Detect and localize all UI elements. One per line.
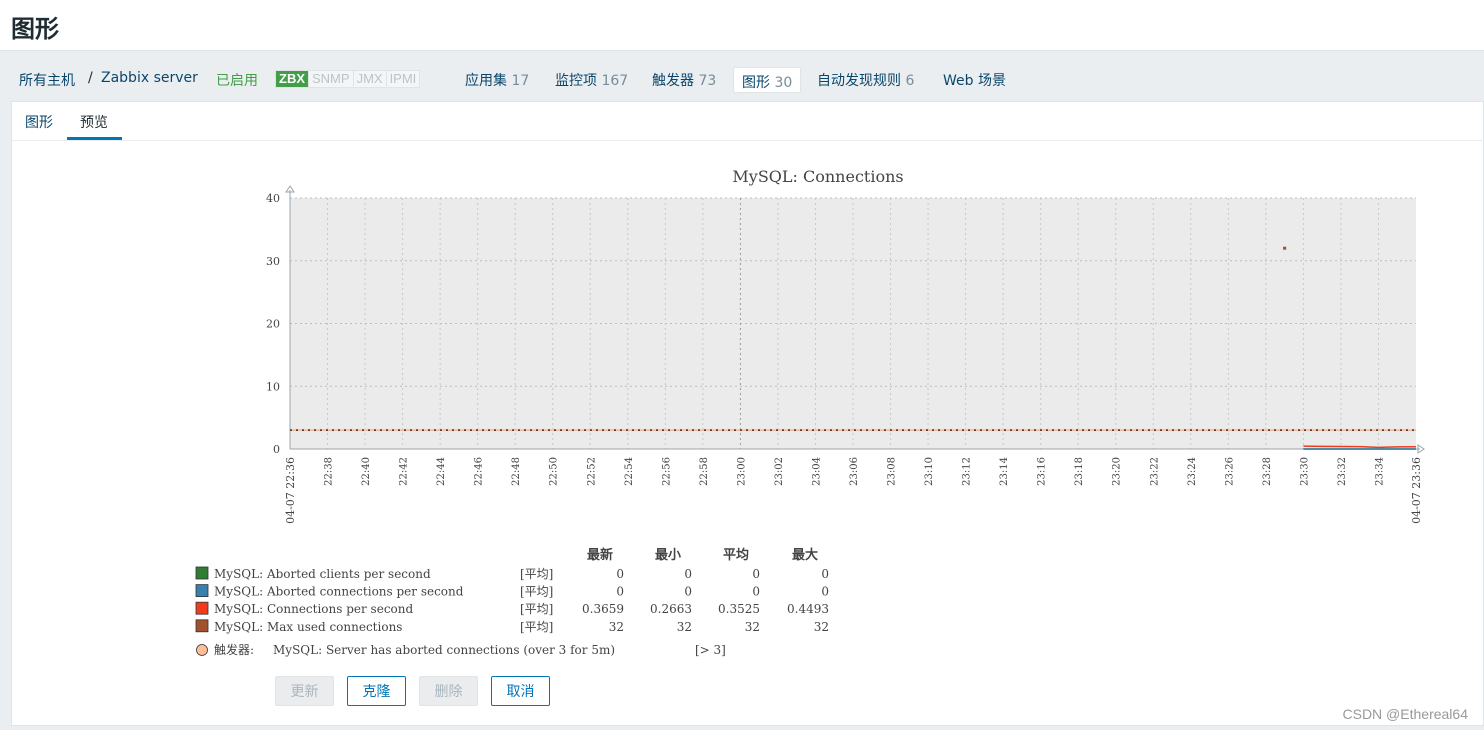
watermark: CSDN @Ethereal64 (1342, 706, 1469, 722)
legend-value: 0 (684, 567, 692, 581)
legend-value: 0 (821, 567, 829, 581)
x-tick-label: 23:10 (924, 457, 935, 486)
x-tick-label: 23:16 (1037, 457, 1048, 486)
x-tick-label: 22:46 (474, 457, 485, 486)
x-tick-label: 23:32 (1337, 457, 1348, 486)
y-tick-label: 0 (273, 443, 280, 456)
legend-trigger-swatch (196, 644, 208, 656)
legend-swatch (195, 601, 209, 615)
legend-value: 0.4493 (787, 602, 829, 616)
x-tick-label: 22:44 (436, 457, 447, 486)
x-tick-label: 23:08 (887, 457, 898, 486)
legend-func: [平均] (520, 567, 553, 581)
x-tick-label: 22:54 (624, 457, 635, 486)
y-tick-label: 40 (266, 192, 280, 205)
legend-value: 0 (821, 585, 829, 599)
legend-value: 0 (616, 585, 624, 599)
x-tick-label: 22:58 (699, 457, 710, 486)
update-button[interactable]: 更新 (275, 676, 334, 706)
x-tick-label: 23:20 (1112, 457, 1123, 486)
x-tick-label: 22:50 (549, 457, 560, 486)
y-tick-label: 20 (266, 318, 280, 331)
legend-func: [平均] (520, 620, 553, 634)
x-tick-label: 23:30 (1299, 457, 1310, 486)
series-point (1283, 246, 1287, 250)
legend-value: 32 (677, 620, 692, 634)
x-tick-label: 23:14 (999, 457, 1010, 486)
legend-value: 0 (616, 567, 624, 581)
x-date-label: 04-07 22:36 (284, 457, 297, 524)
legend-header: 最新 (587, 547, 613, 563)
legend-value: 0.2663 (650, 602, 692, 616)
x-date-label: 04-07 23:36 (1410, 457, 1423, 524)
clone-button[interactable]: 克隆 (347, 676, 406, 706)
legend-series-name: MySQL: Aborted connections per second (214, 585, 464, 599)
x-tick-label: 23:00 (736, 457, 747, 486)
legend-trigger-name: MySQL: Server has aborted connections (o… (273, 643, 615, 657)
legend-func: [平均] (520, 585, 553, 599)
legend-header: 最大 (792, 547, 818, 563)
legend-swatch (195, 584, 209, 597)
x-tick-label: 23:24 (1187, 457, 1198, 486)
legend-value: 32 (609, 620, 624, 634)
delete-button[interactable]: 删除 (419, 676, 478, 706)
legend-series-name: MySQL: Aborted clients per second (214, 567, 431, 581)
legend-trigger-prefix: 触发器: (214, 642, 254, 657)
x-tick-label: 23:28 (1262, 457, 1273, 486)
legend-swatch (195, 566, 209, 580)
x-tick-label: 22:40 (361, 457, 372, 486)
legend-value: 0 (684, 585, 692, 599)
x-tick-label: 22:56 (661, 457, 672, 486)
x-tick-label: 22:38 (324, 457, 335, 486)
legend-value: 0.3525 (718, 602, 760, 616)
x-tick-label: 22:48 (511, 457, 522, 486)
x-tick-label: 23:34 (1374, 457, 1385, 486)
x-tick-label: 23:26 (1224, 457, 1235, 486)
x-tick-label: 23:22 (1149, 457, 1160, 486)
legend-trigger-cond: [> 3] (695, 643, 726, 657)
x-tick-label: 23:04 (811, 457, 822, 486)
x-tick-label: 23:12 (962, 457, 973, 486)
legend-value: 0 (752, 567, 760, 581)
legend-value: 0.3659 (582, 602, 624, 616)
graph-preview: MySQL: Connections 0 10 20 30 40 22:38 22:40 22:… (195, 167, 1425, 657)
legend-value: 0 (752, 585, 760, 599)
legend-value: 32 (814, 620, 829, 634)
legend-series-name: MySQL: Connections per second (214, 602, 413, 616)
cancel-button[interactable]: 取消 (491, 676, 550, 706)
legend-header: 平均 (723, 547, 749, 563)
legend-header: 最小 (655, 548, 681, 563)
x-tick-label: 22:52 (586, 457, 597, 486)
legend-func: [平均] (520, 602, 553, 616)
legend-swatch (195, 619, 209, 633)
legend-value: 32 (745, 620, 760, 634)
legend-series-name: MySQL: Max used connections (214, 620, 402, 634)
x-tick-label: 23:02 (774, 457, 785, 486)
graph-title: MySQL: Connections (732, 167, 903, 186)
y-tick-label: 10 (266, 380, 280, 393)
x-tick-label: 23:06 (849, 457, 860, 486)
x-tick-label: 22:42 (399, 457, 410, 486)
y-tick-label: 30 (266, 255, 280, 268)
x-tick-label: 23:18 (1074, 457, 1085, 486)
